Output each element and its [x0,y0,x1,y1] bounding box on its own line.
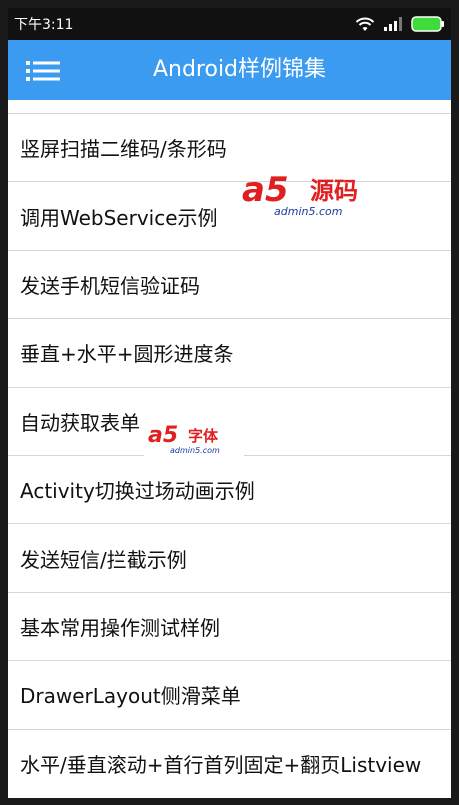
list-item[interactable]: 自动获取表单 [8,388,451,456]
app-frame: 下午3:11 Android样例锦集 竖屏扫描二维码/条形码 调用WebServ… [8,8,451,798]
title-bar: Android样例锦集 [8,40,451,100]
list-top-divider [8,100,451,114]
list-item[interactable]: 发送短信/拦截示例 [8,524,451,593]
signal-icon [384,17,402,31]
list-item[interactable]: 发送手机短信验证码 [8,251,451,320]
list-item[interactable]: Activity切换过场动画示例 [8,456,451,525]
sample-list: 竖屏扫描二维码/条形码 调用WebService示例 发送手机短信验证码 垂直+… [8,100,451,798]
status-icons [355,15,445,33]
battery-icon [411,16,444,32]
wifi-icon [355,17,375,31]
list-item[interactable]: 水平/垂直滚动+首行首列固定+翻页Listview [8,730,451,798]
list-item[interactable]: 垂直+水平+圆形进度条 [8,319,451,388]
list-item[interactable]: 基本常用操作测试样例 [8,593,451,662]
status-time: 下午3:11 [14,17,74,33]
list-item[interactable]: 竖屏扫描二维码/条形码 [8,114,451,183]
page-title: Android样例锦集 [152,57,327,82]
list-item[interactable]: DrawerLayout侧滑菜单 [8,661,451,730]
status-bar: 下午3:11 [8,8,451,40]
list-item[interactable]: 调用WebService示例 [8,182,451,251]
